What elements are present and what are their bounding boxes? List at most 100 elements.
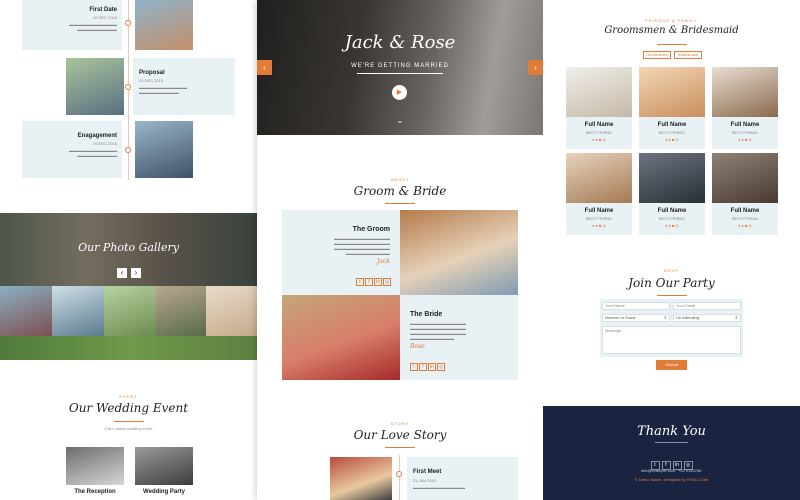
instagram-icon[interactable]: ◎ [383,278,391,286]
timeline-text: ▬▬▬▬▬▬▬▬▬▬▬▬ ▬▬▬▬▬▬▬▬▬▬ [69,148,117,158]
scroll-down-icon[interactable]: ⌄ [395,116,405,125]
timeline-title: First Date [89,7,117,13]
timeline-card-first-date: First Date 20 DEC 2015 ▬▬▬▬▬▬▬▬▬▬▬▬ ▬▬▬▬▬… [22,0,122,50]
timeline-dot [396,471,402,477]
event-tag: EVENT [119,394,138,399]
first-meet-photo [330,457,392,500]
instagram-icon[interactable]: ◎ [437,363,445,371]
gallery-banner: Our Photo Gallery ‹ › [0,213,257,286]
groom-photo [400,210,518,295]
story-title: Our Love Story [353,428,447,442]
rsvp-title: Join Our Party [628,276,715,290]
person-social-icons[interactable]: ♦ ● ■ ◎ [566,223,632,228]
right-column: FRIENDS & FAMILY Groomsmen & Bridesmaid … [543,0,800,500]
first-meet-card: First Meet 21 JAN 2015 ▬▬▬▬▬▬▬▬▬▬▬▬▬ [407,457,518,500]
person-card: Full Name BEST FRIEND ♦ ● ■ ◎ [639,117,705,149]
person-role: BEST FRIEND [731,216,759,221]
facebook-icon[interactable]: f [365,278,373,286]
person-role: BEST FRIEND [731,130,759,135]
bride-social: t f in ◎ [410,355,446,373]
person-photo [712,153,778,203]
tab-groomsmen[interactable]: Groomsmen [643,51,671,59]
hero-prev-button[interactable]: ‹ [257,60,272,75]
timeline-text: ▬▬▬▬▬▬▬▬▬▬▬▬ ▬▬▬▬▬▬▬▬▬▬ [139,85,187,95]
person-role: BEST FRIEND [658,130,686,135]
hero-subtitle: WE'RE GETTING MARRIED [351,63,449,69]
person-social-icons[interactable]: ♦ ● ■ ◎ [712,137,778,142]
footer-email[interactable]: info@example.com [641,468,675,473]
gallery-photo-wide[interactable] [0,336,257,360]
footer-phone[interactable]: +00 0164788 [678,468,701,473]
timeline-card-engagement: Enagagement 20 DEC 2015 ▬▬▬▬▬▬▬▬▬▬▬▬ ▬▬▬▬… [22,121,122,178]
play-button[interactable]: ▶ [392,85,407,100]
person-name: Full Name [657,208,687,214]
person-social-icons[interactable]: ♦ ● ■ ◎ [639,223,705,228]
guests-select[interactable]: Number of Guest ⇕ [602,314,670,322]
reception-photo[interactable] [66,447,124,485]
gallery-photo[interactable] [0,286,52,336]
friends-title: Groomsmen & Bridesmaid [604,25,739,36]
hero-names: Jack & Rose [344,32,456,53]
submit-button[interactable]: Submit [656,360,687,370]
gallery-photo[interactable] [206,286,257,336]
timeline-date: 20 DEC 2015 [139,78,164,83]
tab-bridesmaid[interactable]: Bridesmaid [674,51,702,59]
groom-text: ▬▬▬▬▬▬▬▬▬▬▬▬▬▬ ▬▬▬▬▬▬▬▬▬▬▬▬▬▬ ▬▬▬▬▬▬▬▬▬▬▬▬… [334,236,390,256]
timeline-dot [125,147,131,153]
timeline-title: Proposal [139,70,165,76]
person-name: Full Name [584,208,614,214]
hero-next-button[interactable]: › [528,60,543,75]
timeline-date: 20 DEC 2015 [92,141,117,146]
twitter-icon[interactable]: t [410,363,418,371]
footer-credit: © Demo Name. Designed by HTML Code [634,477,709,482]
about-tag: ABOUT [390,177,410,182]
person-card: Full Name BEST FRIEND ♦ ● ■ ◎ [566,203,632,235]
engagement-photo [135,121,193,178]
person-card: Full Name BEST FRIEND ♦ ● ■ ◎ [639,203,705,235]
first-date-photo [135,0,193,50]
email-input[interactable]: Your Email [673,302,741,310]
person-photo [639,153,705,203]
facebook-icon[interactable]: f [419,363,427,371]
story-item-date: 21 JAN 2015 [413,478,437,483]
gallery-photo[interactable] [52,286,104,336]
gallery-prev-button[interactable]: ‹ [117,268,127,278]
event-title: Our Wedding Event [68,401,189,415]
hero-divider [357,73,443,74]
timeline-title: Enagagement [77,133,117,139]
footer: Thank You t f in ◎ info@example.com +00 016… [543,406,800,500]
twitter-icon[interactable]: t [356,278,364,286]
story-item-title: First Meet [413,469,442,475]
story-line [399,455,400,500]
person-social-icons[interactable]: ♦ ● ■ ◎ [639,137,705,142]
event-item-label: The Reception [74,489,116,495]
message-textarea[interactable]: Message [602,326,741,354]
story-divider [385,447,415,448]
event-description: CALL about wedding event [104,426,153,431]
person-role: BEST FRIEND [585,216,613,221]
person-card: Full Name BEST FRIEND ♦ ● ■ ◎ [566,117,632,149]
linkedin-icon[interactable]: in [428,363,436,371]
attending-select[interactable]: I'm Attending ⇕ [673,314,741,322]
linkedin-icon[interactable]: in [374,278,382,286]
name-input[interactable]: Your Name [602,302,670,310]
about-title: Groom & Bride [353,184,447,198]
timeline-date: 20 DEC 2015 [92,15,117,20]
gallery-photo[interactable] [104,286,156,336]
timeline-dot [125,20,131,26]
friends-divider [657,44,687,45]
person-social-icons[interactable]: ♦ ● ■ ◎ [566,137,632,142]
attending-select-value: I'm Attending [676,315,699,320]
hero-banner: Jack & Rose WE'RE GETTING MARRIED ▶ ⌄ ‹ … [257,0,543,135]
party-photo[interactable] [135,447,193,485]
gallery-title: Our Photo Gallery [78,241,179,254]
friends-tag: FRIENDS & FAMILY [645,18,698,23]
gallery-next-button[interactable]: › [131,268,141,278]
person-photo [712,67,778,117]
timeline-dot [125,84,131,90]
story-tag: STORY [390,421,410,426]
gallery-photo[interactable] [156,286,206,336]
person-social-icons[interactable]: ♦ ● ■ ◎ [712,223,778,228]
groom-title: The Groom [352,226,390,233]
timeline-card-proposal: Proposal 20 DEC 2015 ▬▬▬▬▬▬▬▬▬▬▬▬ ▬▬▬▬▬▬▬… [133,58,235,115]
